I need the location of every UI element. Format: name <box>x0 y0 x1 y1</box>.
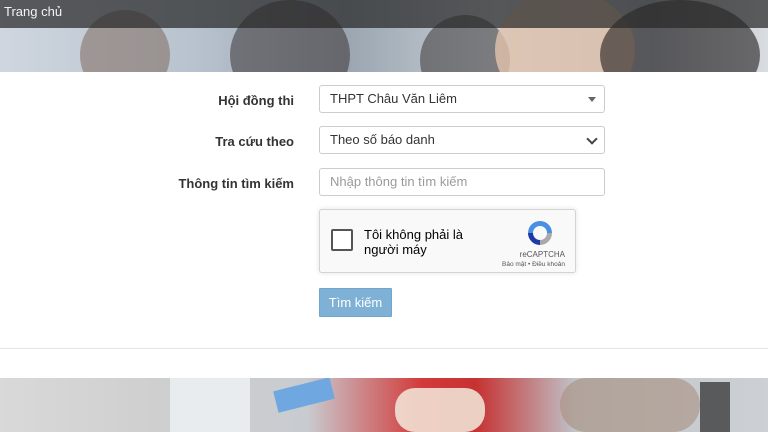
recaptcha-widget: Tôi không phải là người máy reCAPTCHA Bả… <box>319 209 576 273</box>
hero-shape <box>560 378 700 432</box>
nav-home-link[interactable]: Trang chủ <box>4 4 62 19</box>
recaptcha-brand: reCAPTCHA <box>519 250 565 259</box>
exam-council-value: THPT Châu Văn Liêm <box>330 91 457 106</box>
hero-shape <box>700 382 730 432</box>
hero-banner-top: Trang chủ <box>0 0 768 72</box>
exam-council-label: Hội đồng thi <box>218 93 294 108</box>
search-info-input[interactable]: Nhập thông tin tìm kiếm <box>319 168 605 196</box>
hero-hand <box>395 388 485 432</box>
chevron-down-icon <box>586 133 598 145</box>
search-info-placeholder: Nhập thông tin tìm kiếm <box>330 174 468 189</box>
lookup-by-select[interactable]: Theo số báo danh <box>319 126 605 154</box>
recaptcha-label: Tôi không phải là người máy <box>364 227 464 257</box>
lookup-by-value: Theo số báo danh <box>330 132 435 147</box>
hero-shape <box>170 378 250 432</box>
hero-card-blue <box>273 378 335 413</box>
recaptcha-links[interactable]: Bảo mật • Điều khoản <box>502 261 565 268</box>
top-nav-bar <box>0 0 768 28</box>
caret-down-icon <box>588 97 596 102</box>
recaptcha-logo-icon <box>528 221 552 245</box>
recaptcha-checkbox[interactable] <box>331 229 353 251</box>
search-button[interactable]: Tìm kiếm <box>319 288 392 317</box>
lookup-by-label: Tra cứu theo <box>215 134 294 149</box>
exam-council-select[interactable]: THPT Châu Văn Liêm <box>319 85 605 113</box>
search-info-label: Thông tin tìm kiếm <box>178 176 294 191</box>
hero-banner-bottom <box>0 378 768 432</box>
